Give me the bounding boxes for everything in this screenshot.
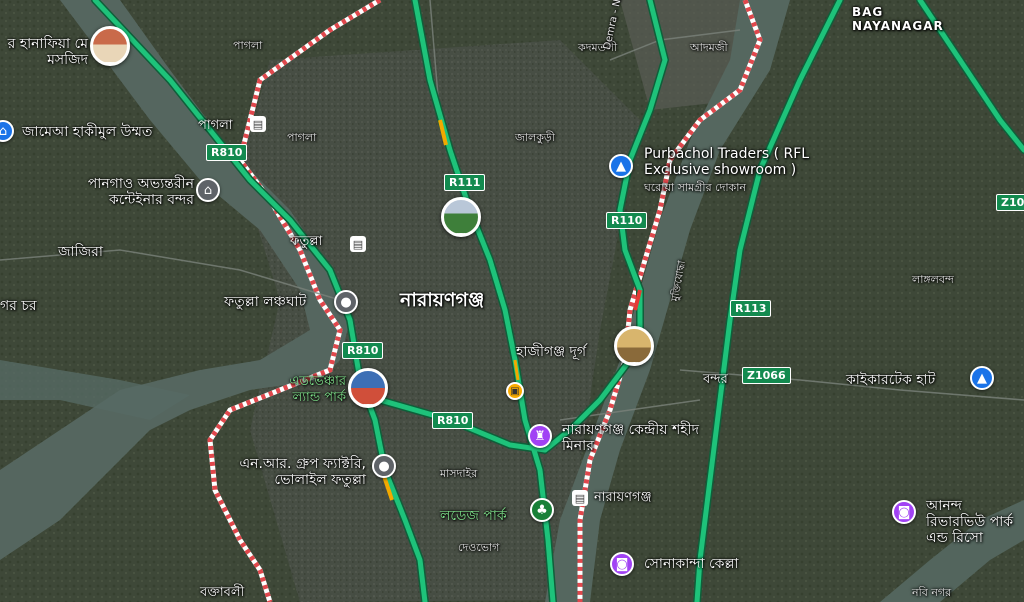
road-shield: Z106 <box>996 194 1024 211</box>
area-label: পাগলা <box>198 118 233 133</box>
camera-pin[interactable]: ◙ <box>610 552 634 576</box>
bus-icon: ▣ <box>510 385 520 397</box>
poi-label[interactable]: র হানাফিয়া মে মসজিদ <box>0 36 88 68</box>
shop-pin[interactable]: ▲ <box>609 154 633 178</box>
ferry-pin[interactable]: ● <box>334 290 358 314</box>
area-label: নবি নগর <box>912 586 952 599</box>
poi-photo-park[interactable] <box>348 368 388 408</box>
monument-pin[interactable]: ♜ <box>528 424 552 448</box>
train-icon[interactable]: ▤ <box>250 116 266 132</box>
monument-icon: ♜ <box>534 428 546 444</box>
area-label: দেওভোগ <box>458 541 500 554</box>
area-label: NAYANAGAR <box>852 19 944 33</box>
poi-photo-fort[interactable] <box>614 326 654 366</box>
area-label: মাসদাইর <box>440 467 478 480</box>
area-label: পাগলা <box>287 131 317 144</box>
poi-label[interactable]: কাইকারটেক হাট <box>846 372 935 388</box>
road-shield: R113 <box>730 300 772 317</box>
road-shield: Z1066 <box>742 367 791 384</box>
institution-icon: ⌂ <box>0 123 8 139</box>
area-label: বন্দর <box>703 372 728 387</box>
area-label: বক্তাবলী <box>200 585 245 600</box>
ferry-icon: ● <box>340 294 352 310</box>
area-label: জাজিরা <box>58 244 103 260</box>
poi-label[interactable]: ফতুল্লা <box>290 234 322 250</box>
transit-pin[interactable]: ▣ <box>506 382 524 400</box>
map-background <box>0 0 1024 602</box>
poi-photo-mosque[interactable] <box>90 26 130 66</box>
shopping-bag-icon: ▲ <box>616 158 626 174</box>
poi-label[interactable]: লডেজ পার্ক <box>440 508 507 524</box>
market-pin[interactable]: ▲ <box>970 366 994 390</box>
road-shield: R810 <box>342 342 384 359</box>
park-pin[interactable]: ♣ <box>530 498 554 522</box>
tree-icon: ♣ <box>536 502 548 518</box>
road-shield: R810 <box>432 412 474 429</box>
train-icon[interactable]: ▤ <box>572 490 588 506</box>
port-pin[interactable]: ⌂ <box>196 178 220 202</box>
factory-pin[interactable]: ● <box>372 454 396 478</box>
road-shield: R111 <box>444 174 486 191</box>
poi-label[interactable]: জামেআ হাকীমুল উম্মত <box>22 124 152 140</box>
area-label: লাঙ্গলবন্দ <box>912 273 954 286</box>
area-label: আদমজী <box>690 41 728 54</box>
train-icon[interactable]: ▤ <box>350 236 366 252</box>
poi-label[interactable]: এডভেঞ্চার ল্যান্ড পার্ক <box>262 374 346 406</box>
area-label: জালকুড়ী <box>515 131 555 144</box>
shopping-bag-icon: ▲ <box>977 370 987 386</box>
area-label: পাগলা <box>233 39 263 52</box>
poi-label[interactable]: এন.আর. গ্রুপ ফ্যাক্টরি, ভোলাইল ফতুল্লা <box>196 456 367 488</box>
road-shield: R110 <box>606 212 648 229</box>
map-canvas[interactable]: BAG NAYANAGAR কদমতলী আদমজী পাগলা পাগলা প… <box>0 0 1024 602</box>
poi-label[interactable]: পানগাও অভ্যন্তরীন কন্টেইনার বন্দর <box>54 176 194 208</box>
poi-label[interactable]: নারায়ণগঞ্জ কেন্দ্রীয় শহীদ মিনার <box>562 422 702 454</box>
poi-label[interactable]: ফতুল্লা লঞ্চঘাট <box>224 294 306 310</box>
camera-pin[interactable]: ◙ <box>892 500 916 524</box>
camera-icon: ◙ <box>897 504 911 520</box>
poi-label[interactable]: নারায়ণগঞ্জ <box>594 490 652 506</box>
area-label: গর চর <box>0 298 37 314</box>
poi-label[interactable]: Purbachol Traders ( RFL Exclusive showro… <box>644 146 834 178</box>
poi-label[interactable]: আনন্দ রিভারভিউ পার্ক এন্ড রিসো <box>926 498 1022 546</box>
city-label[interactable]: নারায়ণগঞ্জ <box>400 291 484 310</box>
poi-category: ঘরোয়া সামগ্রীর দোকান <box>644 181 747 194</box>
pin-dot-icon: ● <box>378 458 390 474</box>
road-shield: R810 <box>206 144 248 161</box>
poi-label[interactable]: হাজীগঞ্জ দূর্গ <box>516 344 586 360</box>
poi-photo-road[interactable] <box>441 197 481 237</box>
poi-label[interactable]: সোনাকান্দা কেল্লা <box>644 556 739 572</box>
institution-icon: ⌂ <box>203 182 213 198</box>
camera-icon: ◙ <box>615 556 629 572</box>
